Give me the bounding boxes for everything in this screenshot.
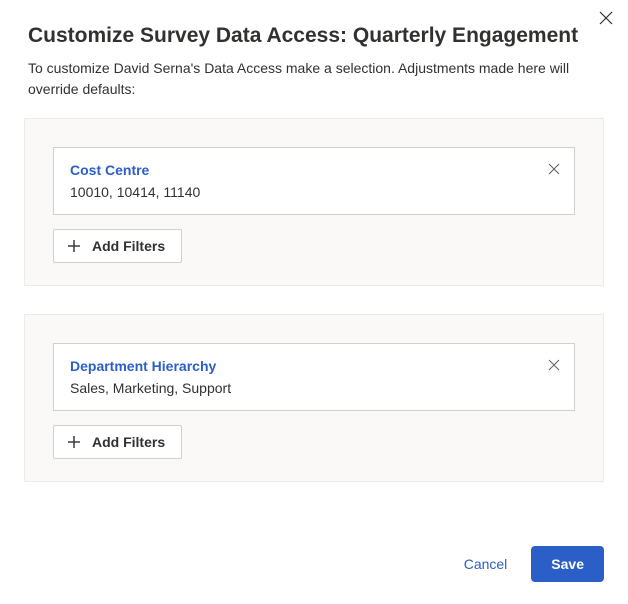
modal-title: Customize Survey Data Access: Quarterly … bbox=[28, 24, 600, 48]
filter-box-cost-centre[interactable]: Cost Centre 10010, 10414, 11140 bbox=[53, 147, 575, 215]
add-filters-label: Add Filters bbox=[92, 434, 165, 450]
remove-filter-icon[interactable] bbox=[548, 358, 560, 376]
filter-values: Sales, Marketing, Support bbox=[70, 380, 560, 396]
close-icon[interactable] bbox=[598, 10, 614, 31]
modal-subtitle: To customize David Serna's Data Access m… bbox=[28, 58, 600, 100]
filter-label: Cost Centre bbox=[70, 162, 560, 178]
modal-header: Customize Survey Data Access: Quarterly … bbox=[0, 0, 628, 108]
plus-icon bbox=[66, 238, 82, 254]
add-filters-button[interactable]: Add Filters bbox=[53, 229, 182, 263]
remove-filter-icon[interactable] bbox=[548, 162, 560, 180]
filter-values: 10010, 10414, 11140 bbox=[70, 184, 560, 200]
cancel-button[interactable]: Cancel bbox=[460, 550, 512, 578]
modal-body[interactable]: Cost Centre 10010, 10414, 11140 Add Fi bbox=[0, 108, 628, 532]
modal-footer: Cancel Save bbox=[0, 532, 628, 604]
add-filters-button[interactable]: Add Filters bbox=[53, 425, 182, 459]
customize-access-modal: Customize Survey Data Access: Quarterly … bbox=[0, 0, 628, 604]
filter-label: Department Hierarchy bbox=[70, 358, 560, 374]
filter-box-department-hierarchy[interactable]: Department Hierarchy Sales, Marketing, S… bbox=[53, 343, 575, 411]
add-filters-label: Add Filters bbox=[92, 238, 165, 254]
save-button[interactable]: Save bbox=[531, 546, 604, 582]
plus-icon bbox=[66, 434, 82, 450]
filter-section: Department Hierarchy Sales, Marketing, S… bbox=[24, 314, 604, 482]
filter-section: Cost Centre 10010, 10414, 11140 Add Fi bbox=[24, 118, 604, 286]
